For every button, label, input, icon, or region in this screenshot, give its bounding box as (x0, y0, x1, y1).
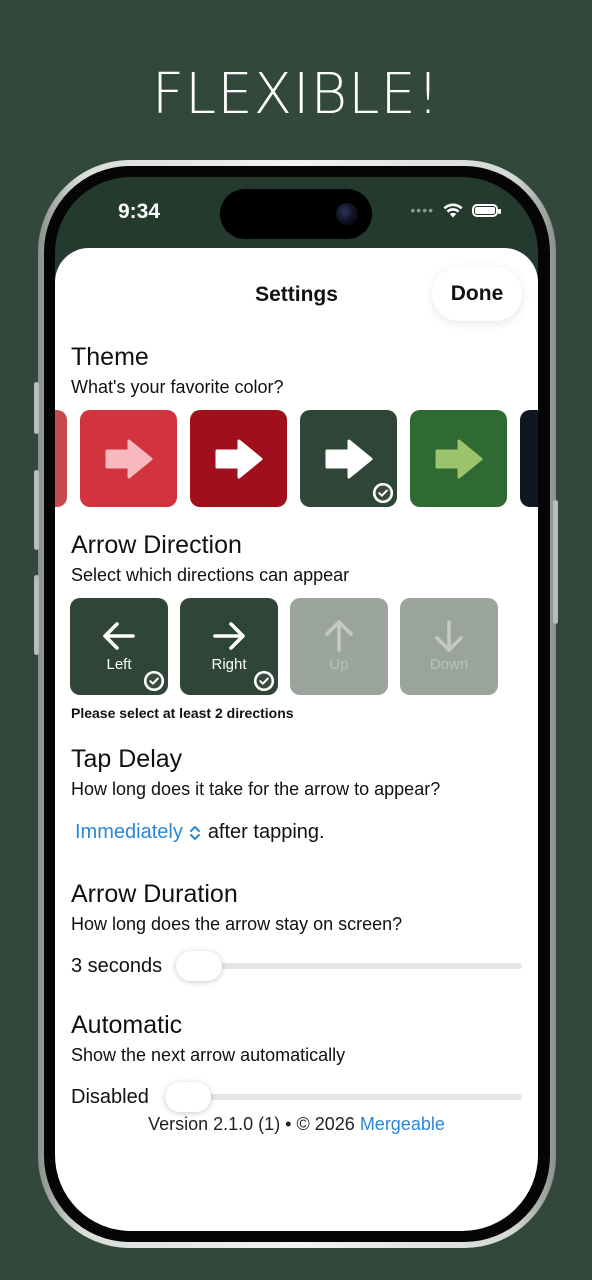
arrow-left-icon (103, 622, 135, 650)
arrow-duration-slider-knob[interactable] (176, 951, 222, 981)
arrow-right-icon (213, 622, 245, 650)
checkmark-icon (373, 483, 393, 503)
tap-delay-title: Tap Delay (71, 745, 183, 773)
arrow-duration-slider[interactable] (176, 963, 522, 969)
arrow-duration-subtitle: How long does the arrow stay on screen? (71, 914, 403, 934)
camera-icon (336, 203, 358, 225)
arrow-right-icon (105, 439, 152, 478)
tap-delay-row: Immediately after tapping. (75, 821, 325, 844)
automatic-title: Automatic (71, 1011, 183, 1039)
theme-title: Theme (71, 343, 149, 371)
theme-swatch[interactable] (80, 410, 177, 507)
phone-screen: 9:34 •••• Settings Done Theme What's you… (55, 177, 538, 1231)
direction-option-up[interactable]: Up (290, 598, 388, 695)
arrow-direction-subtitle: Select which directions can appear (71, 565, 350, 585)
arrow-right-icon (435, 439, 482, 478)
direction-warning: Please select at least 2 directions (71, 705, 294, 721)
checkmark-icon (254, 671, 274, 691)
volume-down-button (34, 575, 39, 655)
checkmark-icon (144, 671, 164, 691)
chevron-up-down-icon (189, 825, 200, 840)
arrow-direction-title: Arrow Direction (71, 531, 242, 559)
theme-subtitle: What's your favorite color? (71, 377, 284, 397)
automatic-slider[interactable] (165, 1094, 522, 1100)
tap-delay-picker[interactable]: Immediately (75, 821, 208, 844)
automatic-slider-knob[interactable] (165, 1082, 211, 1112)
tap-delay-value: Immediately (75, 821, 183, 843)
arrow-right-icon (325, 439, 372, 478)
direction-option-right[interactable]: Right (180, 598, 278, 695)
direction-options: Left Right Up Down (70, 598, 530, 696)
cellular-signal-icon: •••• (410, 202, 434, 218)
theme-swatch-row (55, 410, 538, 508)
battery-icon (472, 203, 501, 217)
arrow-duration-value: 3 seconds (71, 955, 163, 977)
theme-swatch[interactable] (520, 410, 538, 507)
theme-swatch[interactable] (300, 410, 397, 507)
tap-delay-suffix: after tapping. (207, 821, 325, 843)
theme-swatch[interactable] (55, 410, 67, 507)
status-icons: •••• (410, 202, 501, 218)
theme-swatch[interactable] (190, 410, 287, 507)
settings-sheet: Settings Done Theme What's your favorite… (55, 248, 538, 1231)
theme-swatch[interactable] (410, 410, 507, 507)
action-button (34, 382, 39, 434)
promo-headline: FLEXIBLE! (151, 62, 441, 127)
tap-delay-subtitle: How long does it take for the arrow to a… (71, 779, 441, 799)
version-text: Version 2.1.0 (1) • © 2026 (148, 1114, 355, 1134)
mergeable-link[interactable]: Mergeable (360, 1114, 445, 1134)
dynamic-island (220, 189, 372, 239)
status-time: 9:34 (118, 200, 161, 223)
direction-option-left[interactable]: Left (70, 598, 168, 695)
arrow-up-icon (325, 620, 353, 652)
volume-up-button (34, 470, 39, 550)
direction-label: Up (329, 656, 349, 673)
arrow-right-icon (215, 439, 262, 478)
arrow-duration-title: Arrow Duration (71, 880, 238, 908)
power-button (553, 500, 558, 624)
arrow-down-icon (435, 620, 463, 652)
automatic-subtitle: Show the next arrow automatically (71, 1045, 346, 1065)
direction-option-down[interactable]: Down (400, 598, 498, 695)
footer: Version 2.1.0 (1) • © 2026 Mergeable (55, 1114, 538, 1135)
direction-label: Down (429, 656, 469, 673)
automatic-value: Disabled (71, 1086, 149, 1108)
wifi-icon (443, 203, 463, 218)
done-button[interactable]: Done (432, 267, 522, 321)
